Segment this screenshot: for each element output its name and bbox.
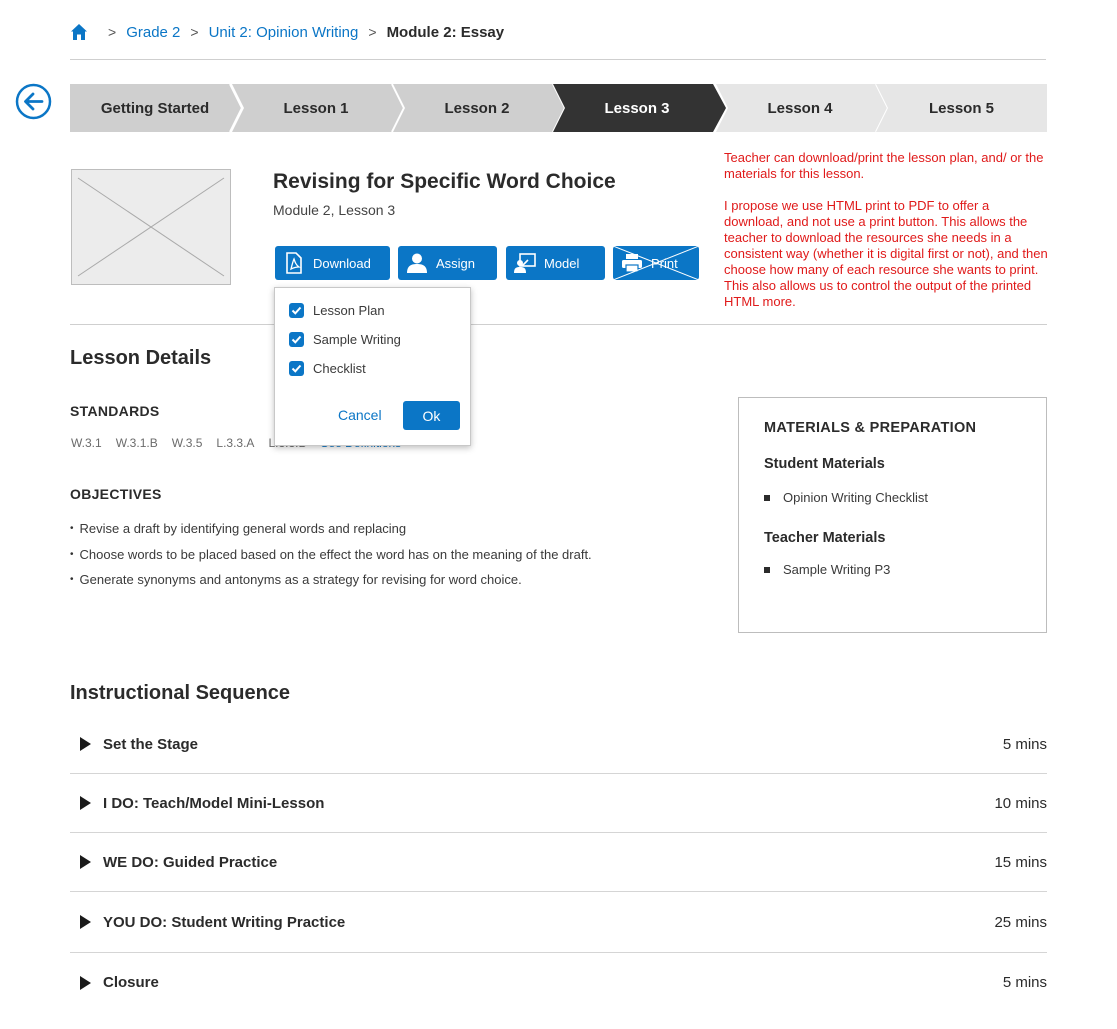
step-label: Lesson 3	[604, 99, 670, 117]
breadcrumb-grade[interactable]: Grade 2	[126, 24, 180, 41]
lesson-details-heading: Lesson Details	[70, 347, 212, 369]
standard-code: W.3.5	[171, 436, 203, 450]
standard-code: W.3.1	[71, 436, 102, 450]
image-placeholder-icon	[77, 177, 225, 277]
step-lesson-1[interactable]: Lesson 1	[232, 84, 404, 132]
sequence-duration: 25 mins	[994, 913, 1047, 931]
presenter-icon	[514, 253, 536, 273]
pdf-icon	[286, 252, 302, 274]
sequence-label: WE DO: Guided Practice	[103, 853, 278, 871]
materials-panel: MATERIALS & PREPARATION Student Material…	[738, 397, 1047, 633]
step-label: Getting Started	[100, 99, 210, 117]
sequence-label: I DO: Teach/Model Mini-Lesson	[103, 794, 325, 812]
design-annotation: Teacher can download/print the lesson pl…	[724, 150, 1049, 310]
back-arrow-icon[interactable]	[15, 83, 52, 120]
checkbox-checked[interactable]	[289, 332, 304, 347]
user-icon	[407, 253, 427, 273]
step-lesson-5[interactable]: Lesson 5	[876, 84, 1047, 132]
standards-heading: STANDARDS	[70, 403, 160, 419]
sequence-row[interactable]: Closure 5 mins	[70, 953, 1047, 1012]
lesson-subtitle: Module 2, Lesson 3	[273, 202, 396, 218]
sequence-row[interactable]: YOU DO: Student Writing Practice 25 mins	[70, 892, 1047, 953]
objective-item: Revise a draft by identifying general wo…	[70, 516, 592, 542]
download-options-dropdown: Lesson Plan Sample Writing Checklist Can…	[274, 287, 471, 446]
option-label: Sample Writing	[313, 332, 401, 347]
download-label: Download	[313, 255, 371, 271]
check-icon	[291, 335, 302, 344]
student-materials-heading: Student Materials	[764, 456, 885, 472]
lesson-thumbnail	[71, 169, 231, 285]
sequence-duration: 5 mins	[1002, 974, 1047, 991]
breadcrumb-separator: >	[108, 24, 117, 40]
annotation-text: Teacher can download/print the lesson pl…	[724, 150, 1044, 181]
checkbox-checked[interactable]	[289, 361, 304, 376]
expand-caret-icon[interactable]	[80, 915, 91, 929]
sequence-row[interactable]: I DO: Teach/Model Mini-Lesson 10 mins	[70, 774, 1047, 833]
check-icon	[291, 364, 302, 373]
breadcrumb-unit[interactable]: Unit 2: Opinion Writing	[209, 24, 359, 41]
objective-item: Generate synonyms and antonyms as a stra…	[70, 567, 592, 593]
materials-heading: MATERIALS & PREPARATION	[764, 420, 977, 436]
step-label: Lesson 1	[283, 99, 349, 117]
standard-code: L.3.3.A	[216, 436, 255, 450]
model-label: Model	[544, 255, 580, 271]
home-icon[interactable]	[70, 23, 88, 41]
expand-caret-icon[interactable]	[80, 975, 91, 990]
cancel-button[interactable]: Cancel	[338, 407, 382, 423]
sequence-row[interactable]: Set the Stage 5 mins	[70, 715, 1047, 774]
sequence-duration: 10 mins	[994, 794, 1047, 812]
sequence-label: Closure	[103, 974, 159, 991]
standard-code: W.3.1.B	[115, 436, 158, 450]
objectives-heading: OBJECTIVES	[70, 486, 162, 502]
breadcrumb-separator: >	[190, 24, 199, 40]
breadcrumb-separator: >	[368, 24, 377, 40]
download-button[interactable]: Download	[275, 246, 390, 280]
step-label: Lesson 5	[928, 99, 995, 117]
expand-caret-icon[interactable]	[80, 737, 91, 751]
sequence-label: Set the Stage	[103, 735, 199, 753]
assign-button[interactable]: Assign	[398, 246, 497, 280]
student-material-item[interactable]: Opinion Writing Checklist	[764, 490, 928, 505]
strikethrough-cross	[613, 246, 699, 280]
sequence-duration: 5 mins	[1002, 735, 1047, 753]
expand-caret-icon[interactable]	[80, 855, 91, 869]
teacher-materials-heading: Teacher Materials	[764, 530, 886, 546]
step-getting-started[interactable]: Getting Started	[70, 84, 242, 132]
step-lesson-4[interactable]: Lesson 4	[716, 84, 888, 132]
checkbox-checked[interactable]	[289, 303, 304, 318]
model-button[interactable]: Model	[506, 246, 605, 280]
check-icon	[291, 306, 302, 315]
sequence-label: YOU DO: Student Writing Practice	[103, 913, 346, 931]
material-label: Sample Writing P3	[783, 562, 891, 577]
ok-button[interactable]: Ok	[403, 401, 460, 430]
objectives-list: Revise a draft by identifying general wo…	[70, 516, 592, 593]
instructional-sequence-heading: Instructional Sequence	[70, 682, 291, 704]
step-lesson-3[interactable]: Lesson 3	[553, 84, 726, 132]
option-sample-writing[interactable]: Sample Writing	[289, 332, 401, 347]
step-label: Lesson 2	[444, 99, 510, 117]
breadcrumb: > Grade 2 > Unit 2: Opinion Writing > Mo…	[70, 22, 504, 42]
divider	[70, 59, 1046, 60]
assign-label: Assign	[436, 255, 476, 271]
breadcrumb-current: Module 2: Essay	[386, 23, 505, 41]
divider	[70, 324, 1047, 325]
objective-item: Choose words to be placed based on the e…	[70, 542, 592, 568]
option-label: Checklist	[313, 361, 366, 376]
lesson-title: Revising for Specific Word Choice	[273, 170, 616, 193]
step-lesson-2[interactable]: Lesson 2	[393, 84, 565, 132]
sequence-duration: 15 mins	[994, 853, 1047, 871]
expand-caret-icon[interactable]	[80, 796, 91, 810]
step-label: Lesson 4	[767, 99, 833, 117]
option-checklist[interactable]: Checklist	[289, 361, 366, 376]
lesson-stepper: Getting Started Lesson 1 Lesson 2 Lesson…	[70, 84, 1047, 132]
print-button[interactable]: Print	[613, 246, 699, 280]
teacher-material-item[interactable]: Sample Writing P3	[764, 562, 890, 577]
material-label: Opinion Writing Checklist	[783, 490, 928, 505]
sequence-row[interactable]: WE DO: Guided Practice 15 mins	[70, 833, 1047, 892]
option-label: Lesson Plan	[313, 303, 385, 318]
option-lesson-plan[interactable]: Lesson Plan	[289, 303, 385, 318]
annotation-text: I propose we use HTML print to PDF to of…	[724, 198, 1048, 309]
